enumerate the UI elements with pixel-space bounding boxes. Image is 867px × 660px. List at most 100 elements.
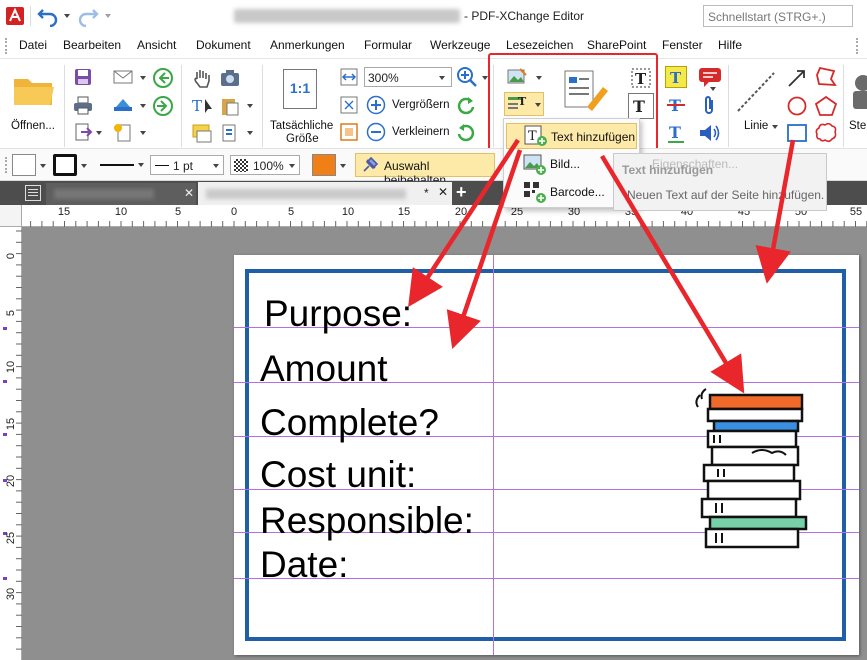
paste-dropdown-icon[interactable] [247,104,253,108]
highlight-text-icon[interactable]: T [665,66,687,88]
menu-anmerkungen[interactable]: Anmerkungen [270,38,345,52]
redo-icon[interactable] [76,5,100,28]
open-folder-icon[interactable] [12,71,56,109]
undo-dropdown-icon[interactable] [64,14,70,18]
export-document-icon[interactable] [73,122,93,142]
active-document-tab[interactable]: * ✕ [198,182,452,205]
new-tab-button[interactable]: + [456,182,467,203]
line-width-dropdown-icon[interactable] [213,164,219,168]
strikeout-text-icon[interactable]: T [665,94,685,115]
comment-list-icon[interactable] [191,122,212,143]
rectangle-tool-icon[interactable] [786,122,807,142]
actual-size-label[interactable]: Tatsächliche [270,120,333,132]
new-document-icon[interactable] [112,122,132,142]
email-dropdown-icon[interactable] [140,76,146,80]
email-icon[interactable] [112,67,133,87]
line-width-select[interactable]: 1 pt [150,155,224,175]
open-label[interactable]: Öffnen... [11,120,55,132]
sticky-note-icon[interactable] [698,66,721,87]
sticky-note-dropdown-icon[interactable] [710,87,716,91]
line-style-select[interactable] [98,157,146,173]
forward-view-icon[interactable] [152,95,173,116]
opacity-dropdown-icon[interactable] [289,164,295,168]
cloud-tool-icon[interactable] [814,121,837,143]
paste-icon[interactable] [219,95,239,116]
quick-search-input[interactable]: Schnellstart (STRG+.) [703,5,853,27]
save-icon[interactable] [73,67,93,87]
menu-lesezeichen[interactable]: Lesezeichen [506,38,573,52]
rotate-left-icon[interactable] [456,122,476,142]
fit-page-icon[interactable] [339,95,359,115]
border-color-swatch[interactable] [53,154,77,176]
zoom-plus-icon[interactable] [366,95,386,115]
polygon-tool-icon[interactable] [814,65,837,87]
menu-item-add-text[interactable]: T Text hinzufügen [506,123,637,149]
underline-text-icon[interactable]: T [665,122,685,143]
arrow-tool-icon[interactable] [786,67,806,87]
copy-format-dropdown-icon[interactable] [247,131,253,135]
menu-sharepoint[interactable]: SharePoint [587,38,646,52]
menu-fenster[interactable]: Fenster [662,38,703,52]
sidebar-toggle-icon[interactable] [25,185,41,201]
keep-selection-button[interactable]: Auswahl beibehalten [355,153,495,187]
undo-icon[interactable] [36,5,60,28]
fit-width-icon[interactable] [339,67,359,87]
export-dropdown-icon[interactable] [96,131,102,135]
fit-visible-icon[interactable] [339,122,359,142]
zoom-minus-icon[interactable] [366,122,386,142]
page-text-purpose[interactable]: Purpose: [264,295,412,332]
zoom-level-select[interactable]: 300% [364,67,452,87]
menu-datei[interactable]: Datei [19,38,47,52]
menu-ansicht[interactable]: Ansicht [137,38,176,52]
border-color-dropdown-icon[interactable] [81,164,87,168]
menu-werkzeuge[interactable]: Werkzeuge [430,38,490,52]
pdf-page[interactable]: Purpose: Amount Complete? Cost unit: Res… [234,255,859,655]
actual-size-icon[interactable]: 1:1 [283,69,317,109]
redo-dropdown-icon[interactable] [105,14,111,18]
page-text-complete[interactable]: Complete? [260,404,439,441]
line-dropdown-icon[interactable] [772,125,778,129]
new-document-dropdown-icon[interactable] [140,131,146,135]
line-tool-icon[interactable] [736,71,776,113]
print-icon[interactable] [73,95,93,115]
menu-dokument[interactable]: Dokument [196,38,251,52]
zoom-dropdown-icon[interactable] [439,76,445,80]
pentagon-tool-icon[interactable] [814,95,838,116]
active-tab-close-icon[interactable]: ✕ [438,185,448,199]
scan-dropdown-icon[interactable] [140,104,146,108]
text-color-dropdown-icon[interactable] [340,164,346,168]
menu-formular[interactable]: Formular [364,38,412,52]
stamp-icon[interactable] [849,73,867,113]
document-canvas[interactable]: Purpose: Amount Complete? Cost unit: Res… [22,227,867,660]
line-label[interactable]: Linie [744,120,768,132]
scan-icon[interactable] [112,95,132,115]
attach-file-icon[interactable] [700,95,720,115]
fill-color-dropdown-icon[interactable] [40,164,46,168]
inactive-document-tab[interactable]: ✕ [46,183,196,205]
select-text-icon[interactable]: T [191,95,212,115]
actual-size-label-2[interactable]: Größe [286,133,319,145]
page-text-responsible[interactable]: Responsible: [260,502,474,539]
rotate-right-icon[interactable] [456,95,476,115]
zoom-in-label[interactable]: Vergrößern [392,99,450,111]
line-style-dropdown-icon[interactable] [138,163,144,167]
sound-icon[interactable] [698,122,720,142]
books-stack-image[interactable] [692,381,812,549]
hand-tool-icon[interactable] [191,67,211,88]
stamp-label[interactable]: Ste [849,120,866,132]
text-color-swatch[interactable] [312,154,336,176]
back-view-icon[interactable] [152,67,173,88]
menu-bearbeiten[interactable]: Bearbeiten [63,38,121,52]
inactive-tab-close-icon[interactable]: ✕ [184,186,194,200]
page-text-date[interactable]: Date: [260,546,348,583]
fill-color-swatch[interactable] [12,154,36,176]
opacity-select[interactable]: 100% [230,155,300,175]
copy-format-icon[interactable] [219,122,239,142]
menu-hilfe[interactable]: Hilfe [718,38,742,52]
zoom-in-icon[interactable] [456,66,477,87]
page-text-amount[interactable]: Amount [260,350,388,387]
zoom-out-label[interactable]: Verkleinern [392,126,450,138]
snapshot-icon[interactable] [219,67,239,87]
page-text-cost-unit[interactable]: Cost unit: [260,456,416,493]
ellipse-tool-icon[interactable] [786,95,807,116]
